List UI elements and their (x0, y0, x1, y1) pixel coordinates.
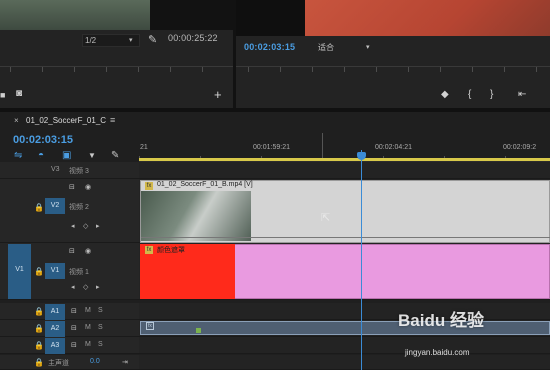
clip-name: 颜色遮罩 (157, 247, 185, 254)
track-label-v3: V3 (51, 166, 60, 173)
panel-menu-icon[interactable]: ≡ (110, 115, 115, 125)
fx-badge-icon: fx (146, 322, 154, 330)
marker-icon[interactable]: ▼ (88, 151, 96, 160)
ruler-label: 00:02:09:2 (503, 144, 537, 151)
lock-icon[interactable]: 🔒 (34, 307, 44, 316)
snap-icon[interactable]: ⇋ (14, 150, 22, 161)
marker-tool-icon[interactable]: ▣ (62, 150, 71, 161)
program-timecode[interactable]: 00:02:03:15 (244, 42, 295, 52)
source-time-ruler[interactable] (0, 66, 233, 74)
audio-keyframe[interactable] (196, 328, 201, 333)
lock-icon[interactable]: 🔒 (34, 203, 44, 212)
prev-keyframe-icon[interactable]: ◂ (71, 222, 75, 230)
add-keyframe-icon[interactable]: ◇ (83, 283, 88, 291)
eye-icon[interactable]: ◉ (85, 247, 91, 255)
wrench-icon[interactable]: ✎ (148, 33, 157, 46)
cursor-icon: ⇱ (321, 212, 331, 224)
track-header-a1: 🔒 A1 ⊟ M S (0, 303, 139, 320)
track-name-v1: 视频 1 (69, 269, 89, 276)
source-zoom-value: 1/2 (85, 36, 97, 45)
track-target-v2[interactable]: V2 (45, 198, 65, 214)
go-to-in-icon[interactable]: ⇤ (518, 89, 526, 100)
track-header-v3: V3 视频 3 (0, 162, 139, 179)
chevron-down-icon: ▾ (366, 44, 370, 51)
program-video-empty (236, 0, 305, 36)
master-track-name: 主声道 (48, 360, 69, 367)
lock-icon[interactable]: 🔒 (34, 341, 44, 350)
camera-icon[interactable]: ◙ (16, 88, 22, 99)
program-fit-label: 适合 (318, 43, 334, 52)
fx-badge-icon: fx (145, 246, 153, 254)
marker-in-icon[interactable]: ■ (0, 90, 5, 100)
source-timecode: 00:00:25:22 (168, 33, 218, 43)
watermark-main: Baidu 经验 (398, 311, 484, 330)
next-keyframe-icon[interactable]: ▸ (96, 283, 100, 291)
track-header-v2: 🔒 V2 视频 2 ⊟ ◉ ◂ ◇ ▸ (0, 179, 139, 243)
color-matte-preview (140, 244, 235, 299)
clip-name: 01_02_SoccerF_01_B.mp4 [V] (157, 181, 253, 188)
track-target-a1[interactable]: A1 (45, 304, 65, 320)
source-video-empty (150, 0, 233, 30)
playhead-line[interactable] (361, 150, 362, 370)
work-area-bar[interactable] (139, 158, 550, 161)
marker-icon[interactable]: ◆ (441, 89, 449, 100)
source-zoom-dropdown[interactable]: 1/2 ▾ (82, 34, 140, 47)
mark-out-icon[interactable]: } (490, 89, 493, 100)
baidu-watermark: Baidu 经验 (398, 311, 548, 367)
ruler-label: 21 (140, 144, 148, 151)
track-target-a3[interactable]: A3 (45, 338, 65, 354)
go-to-end-icon[interactable]: ⇥ (122, 358, 128, 366)
wrench-icon[interactable]: ✎ (111, 150, 119, 161)
add-icon[interactable]: + (214, 87, 222, 102)
next-keyframe-icon[interactable]: ▸ (96, 222, 100, 230)
prev-keyframe-icon[interactable]: ◂ (71, 283, 75, 291)
program-video-preview (305, 0, 550, 36)
lock-icon[interactable]: 🔒 (34, 267, 44, 276)
track-target-a2[interactable]: A2 (45, 321, 65, 337)
source-video-preview (0, 0, 150, 30)
mute-button[interactable]: M (85, 324, 91, 331)
track-area-v3[interactable] (139, 162, 550, 179)
clip-thumbnail (141, 191, 251, 241)
toggle-sync-icon[interactable]: ⊟ (69, 247, 75, 255)
solo-button[interactable]: S (98, 307, 103, 314)
source-patch-v1[interactable]: V1 (8, 244, 31, 299)
solo-button[interactable]: S (98, 324, 103, 331)
toggle-sync-icon[interactable]: ⊟ (71, 324, 77, 332)
ruler-label: 00:02:04:21 (375, 144, 412, 151)
lock-icon[interactable]: 🔒 (34, 358, 44, 367)
track-header-a2: 🔒 A2 ⊟ M S (0, 320, 139, 337)
chevron-down-icon: ▾ (129, 37, 133, 44)
mute-button[interactable]: M (85, 307, 91, 314)
opacity-line[interactable] (141, 237, 550, 238)
mute-button[interactable]: M (85, 341, 91, 348)
toggle-sync-icon[interactable]: ⊟ (71, 307, 77, 315)
track-name-v3: 视频 3 (69, 168, 89, 175)
watermark-url: jingyan.baidu.com (405, 348, 470, 357)
master-volume-value[interactable]: 0.0 (90, 358, 100, 365)
track-header-master: 🔒 主声道 0.0 ⇥ (0, 355, 139, 370)
program-time-ruler[interactable] (236, 66, 550, 74)
eye-icon[interactable]: ◉ (85, 183, 91, 191)
timeline-timecode[interactable]: 00:02:03:15 (13, 134, 73, 146)
toggle-sync-icon[interactable]: ⊟ (69, 183, 75, 191)
sequence-tab[interactable]: 01_02_SoccerF_01_C (26, 116, 106, 125)
close-tab-icon[interactable]: × (14, 116, 19, 125)
fx-badge-icon: fx (145, 182, 153, 190)
add-keyframe-icon[interactable]: ◇ (83, 222, 88, 230)
mark-in-icon[interactable]: { (468, 89, 471, 100)
solo-button[interactable]: S (98, 341, 103, 348)
track-header-a3: 🔒 A3 ⊟ M S (0, 337, 139, 354)
linked-selection-icon[interactable]: ◓ (38, 150, 44, 161)
program-fit-dropdown[interactable]: 适合 ▾ (318, 41, 376, 54)
track-name-v2: 视频 2 (69, 204, 89, 211)
toggle-sync-icon[interactable]: ⊟ (71, 341, 77, 349)
track-target-v1[interactable]: V1 (45, 263, 65, 279)
lock-icon[interactable]: 🔒 (34, 324, 44, 333)
ruler-label: 00:01:59:21 (253, 144, 290, 151)
